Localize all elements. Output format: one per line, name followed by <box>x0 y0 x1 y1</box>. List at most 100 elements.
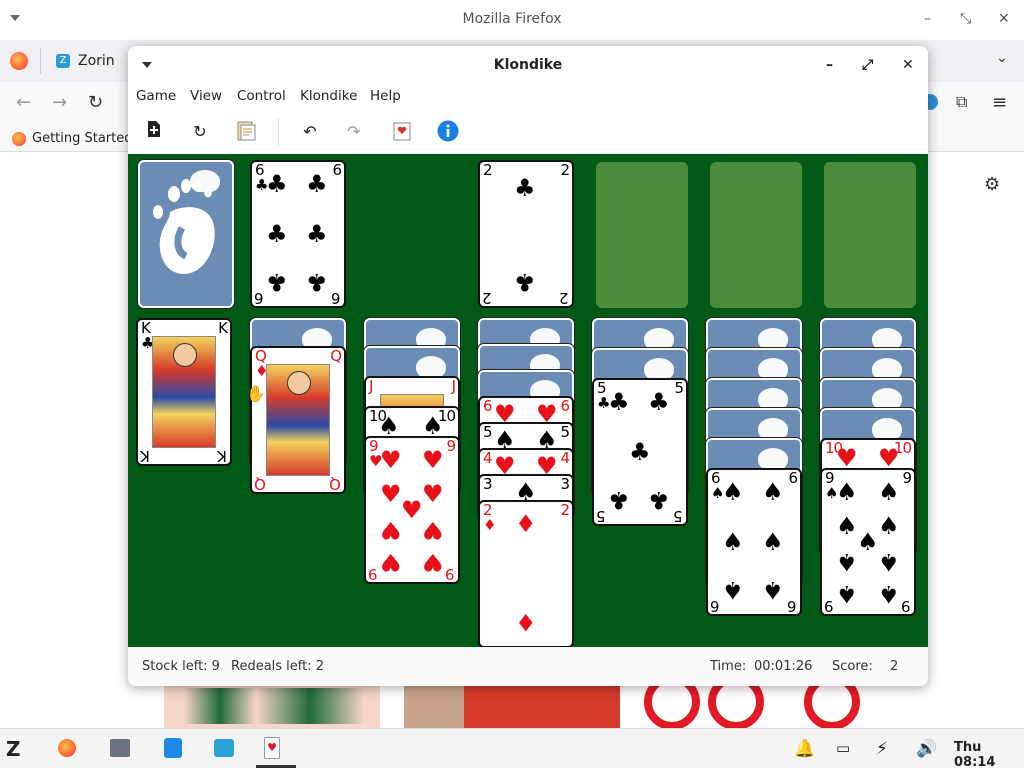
tableau-card[interactable]: 2 ♦ 2 ♦ ♦ <box>478 500 574 648</box>
reload-icon[interactable]: ↻ <box>88 92 103 113</box>
thumbnail-image[interactable] <box>404 684 620 728</box>
tableau-card[interactable]: K ♣ K K K <box>136 318 232 466</box>
forward-icon[interactable]: → <box>52 92 67 113</box>
klondike-title: Klondike <box>493 57 563 73</box>
spade-icon: ♠ <box>378 412 400 440</box>
time-value: 00:01:26 <box>754 659 813 674</box>
card-rank: 6 <box>255 289 264 307</box>
menu-view[interactable]: View <box>190 88 222 104</box>
menu-klondike[interactable]: Klondike <box>300 88 357 104</box>
menu-game[interactable]: Game <box>136 88 176 104</box>
window-menu-icon[interactable] <box>10 15 20 21</box>
card-rank: 6 <box>788 597 797 615</box>
card-rank: 9 <box>902 469 911 487</box>
card-rank: 6 <box>711 597 720 615</box>
solitaire-launcher-icon[interactable]: ♥ <box>264 737 280 759</box>
spade-icon: ♠ <box>836 548 858 576</box>
thumbnail-image[interactable] <box>644 674 860 730</box>
close-icon[interactable]: ✕ <box>998 10 1010 28</box>
thumbnail-image[interactable] <box>164 684 380 728</box>
heart-icon: ♥ <box>836 444 858 472</box>
gnome-foot-icon <box>146 168 226 300</box>
tableau-card[interactable]: 6 ♠ 6 ♠ ♠ ♠ ♠ ♠ ♠ 6 6 <box>706 468 802 616</box>
menu-control[interactable]: Control <box>237 88 286 104</box>
card-rank: K <box>218 319 228 337</box>
tab-separator <box>40 48 41 74</box>
undo-icon[interactable]: ↶ <box>298 120 322 144</box>
back-icon[interactable]: ← <box>16 92 31 113</box>
bookmark-getting-started[interactable]: Getting Started <box>12 129 133 149</box>
club-icon: ♣ <box>629 438 651 466</box>
maximize-icon[interactable]: ⤡ <box>960 10 971 28</box>
club-icon: ♣ <box>514 174 536 202</box>
stock-pile[interactable] <box>138 160 234 308</box>
card-rank: 2 <box>483 161 492 179</box>
card-rank: 6 <box>332 161 341 179</box>
info-icon[interactable] <box>436 120 460 144</box>
card-rank: 6 <box>788 469 797 487</box>
spade-icon: ♠ <box>836 512 858 540</box>
card-rank: 5 <box>597 507 606 525</box>
new-game-icon[interactable] <box>142 120 166 144</box>
software-launcher-icon[interactable] <box>164 738 182 758</box>
club-icon: ♣ <box>648 388 670 416</box>
foundation-pile[interactable]: 2 2 ♣ ♣ 2 2 <box>478 160 574 308</box>
firefox-window-title: Mozilla Firefox <box>462 11 562 27</box>
spade-icon: ♠ <box>722 478 744 506</box>
heart-icon: ♥ <box>422 480 444 508</box>
card-rank: 2 <box>560 161 569 179</box>
tab-zorin-os[interactable]: Z Zorin OS <box>44 44 134 103</box>
time-label: Time: <box>710 659 747 674</box>
card-rank: 2 <box>560 289 569 307</box>
spade-icon: ♠ <box>762 528 784 556</box>
foundation-slot[interactable] <box>824 162 916 308</box>
connect-launcher-icon[interactable] <box>214 739 234 757</box>
notifications-bell-icon[interactable]: 🔔 <box>794 739 815 759</box>
restart-icon[interactable]: ↻ <box>188 120 212 144</box>
redo-icon[interactable]: ↷ <box>342 120 366 144</box>
spade-icon: ♠ <box>836 478 858 506</box>
clock[interactable]: Thu 08:14 <box>954 740 1024 768</box>
tableau-card[interactable]: 9 ♠ 9 ♠ ♠ ♠ ♠ ♠ ♠ ♠ ♠ ♠ 9 9 <box>820 468 916 616</box>
queen-face-image <box>266 364 330 476</box>
card-rank: 5 <box>560 423 569 441</box>
maximize-icon[interactable]: ⤢ <box>862 56 873 74</box>
display-icon[interactable]: ▭ <box>836 739 850 757</box>
tableau-card[interactable]: 9 ♥ 9 ♥ ♥ ♥ ♥ ♥ ♥ ♥ ♥ ♥ 9 9 <box>364 436 460 584</box>
king-face-image <box>152 336 216 448</box>
toolbar-separator <box>278 118 279 146</box>
card-rank: 6 <box>483 397 492 415</box>
extensions-icon[interactable]: ⧉ <box>956 92 967 112</box>
score-value: 2 <box>890 659 899 674</box>
zorin-menu-icon[interactable]: Z <box>6 737 21 761</box>
foundation-slot[interactable] <box>710 162 802 308</box>
volume-icon[interactable]: 🔊 <box>916 739 937 759</box>
minimize-icon[interactable]: – <box>924 10 931 28</box>
select-game-icon[interactable] <box>234 120 258 144</box>
tableau-card[interactable]: Q ♦ Q Q Q <box>250 346 346 494</box>
firefox-launcher-icon[interactable] <box>58 739 76 757</box>
card-rank: 4 <box>560 449 569 467</box>
menu-help[interactable]: Help <box>370 88 401 104</box>
power-icon[interactable]: ⚡ <box>876 739 888 759</box>
menu-icon[interactable]: ≡ <box>992 92 1007 113</box>
card-rank: 2 <box>560 501 569 519</box>
heart-icon: ♥ <box>878 444 900 472</box>
heart-icon: ♥ <box>422 548 444 576</box>
card-rank: 2 ♦ <box>483 501 496 534</box>
minimize-icon[interactable]: – <box>826 56 833 74</box>
heart-icon: ♥ <box>401 496 423 524</box>
spade-icon: ♠ <box>857 528 879 556</box>
klondike-titlebar: Klondike – ⤢ ✕ <box>128 46 928 84</box>
window-menu-icon[interactable] <box>142 62 152 68</box>
tableau-card[interactable]: 5 ♣ 5 ♣ ♣ ♣ ♣ ♣ 5 5 <box>592 378 688 526</box>
foundation-slot[interactable] <box>596 162 688 308</box>
close-icon[interactable]: ✕ <box>902 56 914 74</box>
deal-icon[interactable] <box>390 120 414 144</box>
waste-card[interactable]: 6 ♣ 6 ♣ ♣ ♣ ♣ ♣ ♣ 6 6 <box>250 160 346 308</box>
list-tabs-icon[interactable]: ⌄ <box>996 50 1008 66</box>
settings-gear-icon[interactable]: ⚙ <box>984 174 1000 195</box>
heart-icon: ♥ <box>380 446 402 474</box>
files-launcher-icon[interactable] <box>110 739 130 757</box>
firefox-view-icon[interactable] <box>10 52 28 70</box>
